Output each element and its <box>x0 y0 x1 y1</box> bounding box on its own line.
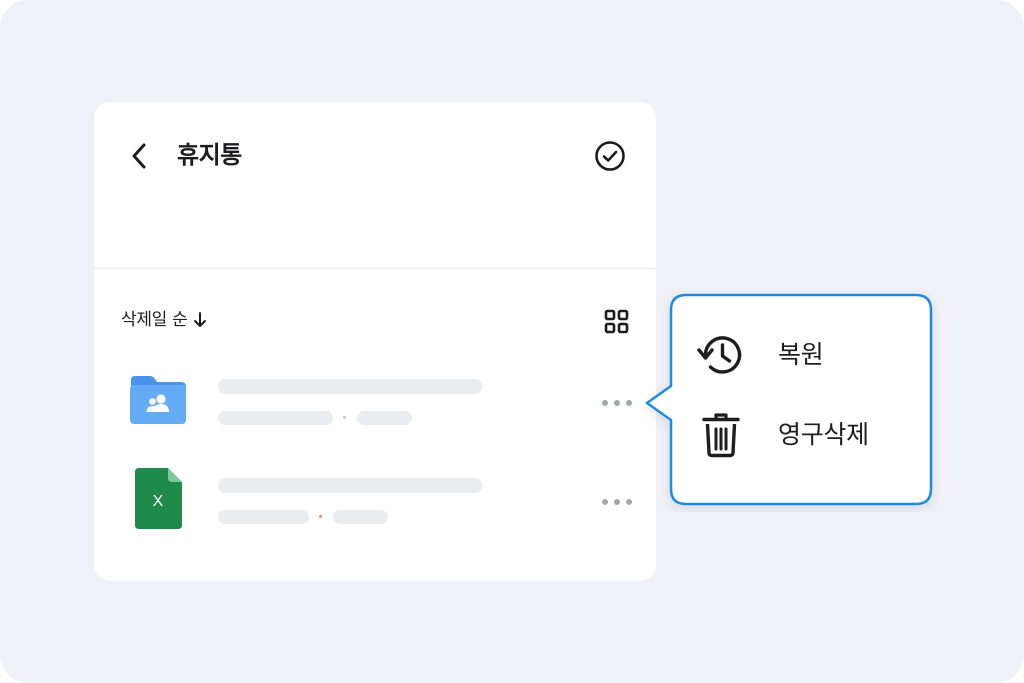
page-title: 휴지통 <box>177 141 242 169</box>
filename-placeholder <box>218 478 482 493</box>
filedate-placeholder <box>218 510 309 524</box>
more-dot <box>614 499 620 505</box>
more-dot <box>614 400 620 406</box>
restore-label: 복원 <box>778 340 824 369</box>
grid-view-button[interactable] <box>604 309 630 335</box>
header-divider <box>94 268 656 269</box>
restore-menu-item[interactable]: 복원 <box>696 331 916 379</box>
meta-separator <box>319 515 322 518</box>
more-dot <box>626 400 632 406</box>
filedate-placeholder <box>218 411 333 425</box>
shared-folder-icon <box>130 376 186 424</box>
meta-separator <box>343 416 346 419</box>
sort-dropdown[interactable]: 삭제일 순 <box>121 308 207 332</box>
filesize-placeholder <box>357 411 412 425</box>
more-options-button[interactable] <box>602 397 632 409</box>
filesize-placeholder <box>333 510 388 524</box>
grid-icon <box>604 309 629 334</box>
more-dot <box>626 499 632 505</box>
more-dot <box>602 499 608 505</box>
context-menu <box>640 290 940 512</box>
popover-bubble <box>645 293 933 506</box>
svg-text:X: X <box>153 493 164 510</box>
app-background: 휴지통 삭제일 순 X 복원 영구삭제 <box>0 0 1024 683</box>
chevron-left-icon <box>132 143 146 169</box>
more-dot <box>602 400 608 406</box>
check-circle-icon <box>595 141 625 171</box>
more-options-button[interactable] <box>602 496 632 508</box>
sort-label: 삭제일 순 <box>121 310 188 330</box>
trash-icon <box>702 413 740 458</box>
delete-permanently-menu-item[interactable]: 영구삭제 <box>696 411 916 459</box>
excel-file-icon: X <box>135 468 182 529</box>
history-icon <box>697 336 742 374</box>
back-button[interactable] <box>124 140 156 172</box>
select-mode-button[interactable] <box>593 139 627 173</box>
delete-permanently-label: 영구삭제 <box>778 420 869 449</box>
arrow-down-icon <box>194 312 207 327</box>
filename-placeholder <box>218 379 482 394</box>
